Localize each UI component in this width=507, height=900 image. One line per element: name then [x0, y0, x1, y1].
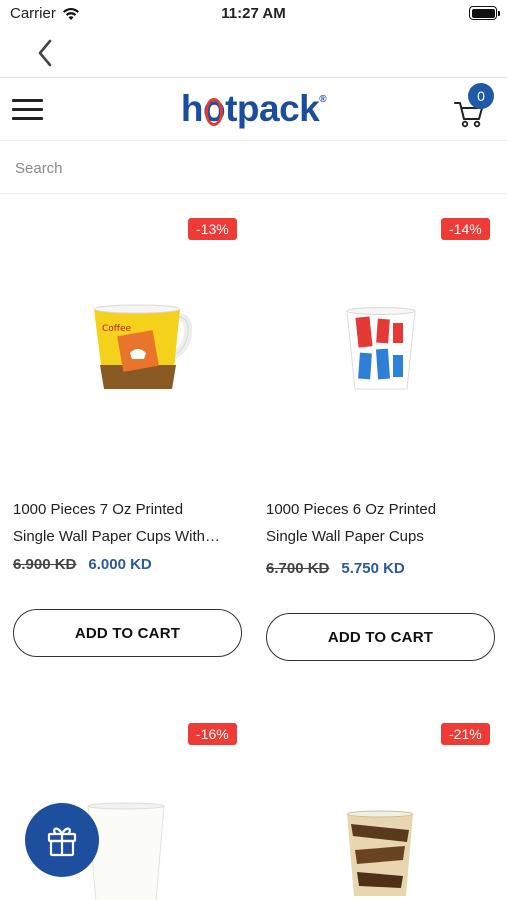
new-price: 5.750 KD — [341, 560, 405, 577]
product-image[interactable] — [343, 810, 417, 900]
chevron-left-icon — [38, 39, 52, 67]
search-input[interactable] — [15, 156, 485, 180]
cart-count-badge: 0 — [468, 83, 494, 109]
discount-badge: -13% — [188, 218, 237, 240]
app-header: hotpack® 0 — [0, 79, 507, 141]
svg-text:Coffee: Coffee — [102, 324, 132, 334]
product-title[interactable]: 1000 Pieces 6 Oz Printed Single Wall Pap… — [266, 496, 498, 550]
discount-badge: -14% — [441, 218, 490, 240]
product-card[interactable]: -16% — [0, 700, 253, 900]
hotpack-logo[interactable]: hotpack® — [0, 88, 507, 130]
price-row: 6.900 KD 6.000 KD — [13, 556, 152, 573]
battery-icon — [469, 6, 500, 20]
status-time: 11:27 AM — [221, 5, 286, 22]
gift-icon — [47, 827, 77, 857]
discount-badge: -21% — [441, 723, 490, 745]
back-button[interactable] — [30, 36, 60, 70]
old-price: 6.700 KD — [266, 560, 330, 577]
product-title[interactable]: 1000 Pieces 7 Oz Printed Single Wall Pap… — [13, 496, 245, 550]
add-to-cart-button[interactable]: ADD TO CART — [13, 609, 242, 657]
product-card[interactable]: -21% — [253, 700, 507, 900]
nav-bar — [0, 28, 507, 78]
discount-badge: -16% — [188, 723, 237, 745]
price-row: 6.700 KD 5.750 KD — [266, 560, 405, 577]
new-price: 6.000 KD — [88, 556, 152, 573]
old-price: 6.900 KD — [13, 556, 77, 573]
product-image[interactable]: Coffee — [88, 303, 198, 399]
product-card[interactable]: -14% 1000 Pieces 6 Oz Printed Single Wal… — [253, 195, 507, 675]
add-to-cart-button[interactable]: ADD TO CART — [266, 613, 495, 661]
search-bar — [0, 142, 507, 194]
status-bar: Carrier 11:27 AM — [0, 0, 507, 28]
gift-button[interactable] — [25, 803, 99, 877]
product-image[interactable] — [341, 305, 421, 395]
product-card[interactable]: -13% Coffee 1000 Pieces 7 Oz Printed Sin… — [0, 195, 253, 675]
